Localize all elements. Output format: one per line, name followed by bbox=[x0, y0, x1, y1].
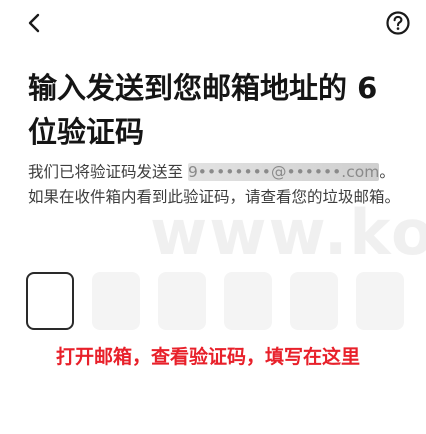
page-title: 输入发送到您邮箱地址的 6 位验证码 bbox=[28, 71, 378, 149]
code-digit-box-4[interactable] bbox=[224, 272, 272, 330]
question-circle-icon bbox=[386, 11, 410, 35]
help-button[interactable] bbox=[385, 10, 411, 36]
back-button[interactable] bbox=[22, 10, 46, 36]
instruction-text: 我们已将验证码发送至 9••••••••@••••••.com。如果在收件箱内看… bbox=[28, 160, 400, 210]
chevron-left-icon bbox=[28, 13, 40, 33]
code-digit-box-1[interactable] bbox=[26, 272, 74, 330]
code-digit-box-6[interactable] bbox=[356, 272, 404, 330]
code-digit-box-2[interactable] bbox=[92, 272, 140, 330]
verification-code-input[interactable] bbox=[26, 272, 410, 332]
code-digit-box-5[interactable] bbox=[290, 272, 338, 330]
instruction-text-before-email: 我们已将验证码发送至 bbox=[28, 163, 188, 181]
top-bar bbox=[0, 0, 426, 46]
masked-email: 9••••••••@••••••.com bbox=[187, 163, 380, 181]
code-digit-box-3[interactable] bbox=[158, 272, 206, 330]
annotation-text: 打开邮箱，查看验证码，填写在这里 bbox=[56, 346, 361, 368]
